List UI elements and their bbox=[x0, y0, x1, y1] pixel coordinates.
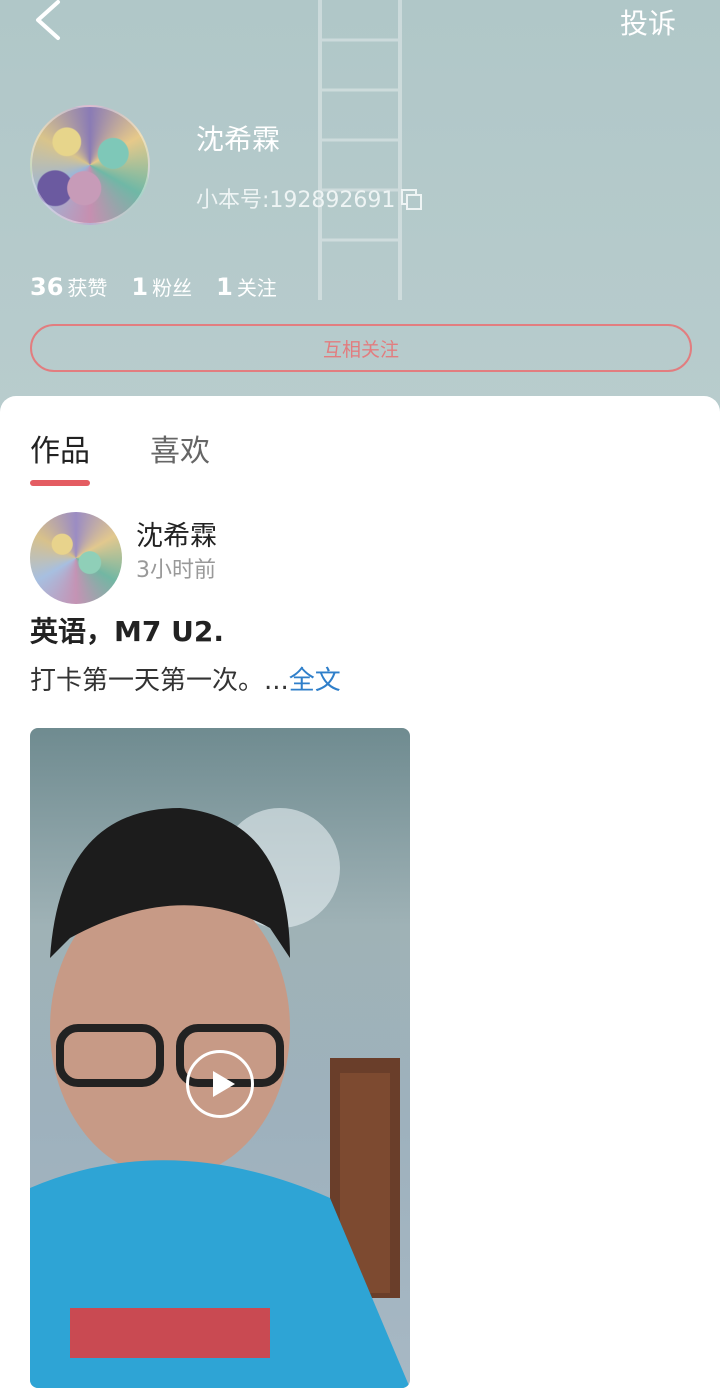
tab-works[interactable]: 作品 bbox=[30, 426, 90, 486]
stat-following-label: 关注 bbox=[236, 276, 277, 300]
tab-likes[interactable]: 喜欢 bbox=[150, 426, 210, 484]
post-author-name[interactable]: 沈希霖 bbox=[136, 514, 217, 553]
post-text-body: 打卡第一天第一次。... bbox=[30, 666, 289, 696]
post-text: 打卡第一天第一次。...全文 bbox=[30, 660, 341, 697]
post-timestamp: 3小时前 bbox=[136, 558, 216, 583]
stat-likes[interactable]: 36 获赞 bbox=[30, 272, 107, 301]
stat-fans-count: 1 bbox=[131, 273, 149, 301]
back-arrow-icon[interactable] bbox=[26, 0, 74, 46]
expand-full-text-link[interactable]: 全文 bbox=[289, 666, 341, 696]
video-thumbnail[interactable] bbox=[30, 728, 410, 1388]
stat-fans-label: 粉丝 bbox=[152, 276, 193, 300]
stat-likes-label: 获赞 bbox=[67, 276, 108, 300]
report-button[interactable]: 投诉 bbox=[620, 2, 676, 42]
profile-name: 沈希霖 bbox=[196, 123, 281, 156]
profile-header: 投诉 沈希霖 小本号:192892691 36 获赞 1 粉丝 1 关注 互相关… bbox=[0, 0, 720, 420]
play-icon[interactable] bbox=[186, 1050, 254, 1118]
copy-icon[interactable] bbox=[399, 187, 423, 210]
stat-following-count: 1 bbox=[216, 273, 233, 301]
post-author-avatar[interactable] bbox=[30, 512, 122, 604]
profile-tabs: 作品 喜欢 bbox=[30, 426, 210, 486]
stat-following[interactable]: 1 关注 bbox=[216, 272, 277, 301]
stat-likes-count: 36 bbox=[30, 273, 64, 301]
user-id-line: 小本号:192892691 bbox=[196, 182, 423, 214]
content-sheet: 作品 喜欢 沈希霖 3小时前 英语，M7 U2. 打卡第一天第一次。...全文 bbox=[0, 396, 720, 1388]
background-ladder-image bbox=[318, 0, 402, 300]
post-title: 英语，M7 U2. bbox=[30, 615, 224, 648]
mutual-follow-button[interactable]: 互相关注 bbox=[30, 324, 692, 372]
avatar[interactable] bbox=[30, 105, 150, 225]
profile-stats: 36 获赞 1 粉丝 1 关注 bbox=[30, 272, 277, 301]
user-id-text: 小本号:192892691 bbox=[196, 188, 396, 213]
stat-fans[interactable]: 1 粉丝 bbox=[131, 272, 192, 301]
